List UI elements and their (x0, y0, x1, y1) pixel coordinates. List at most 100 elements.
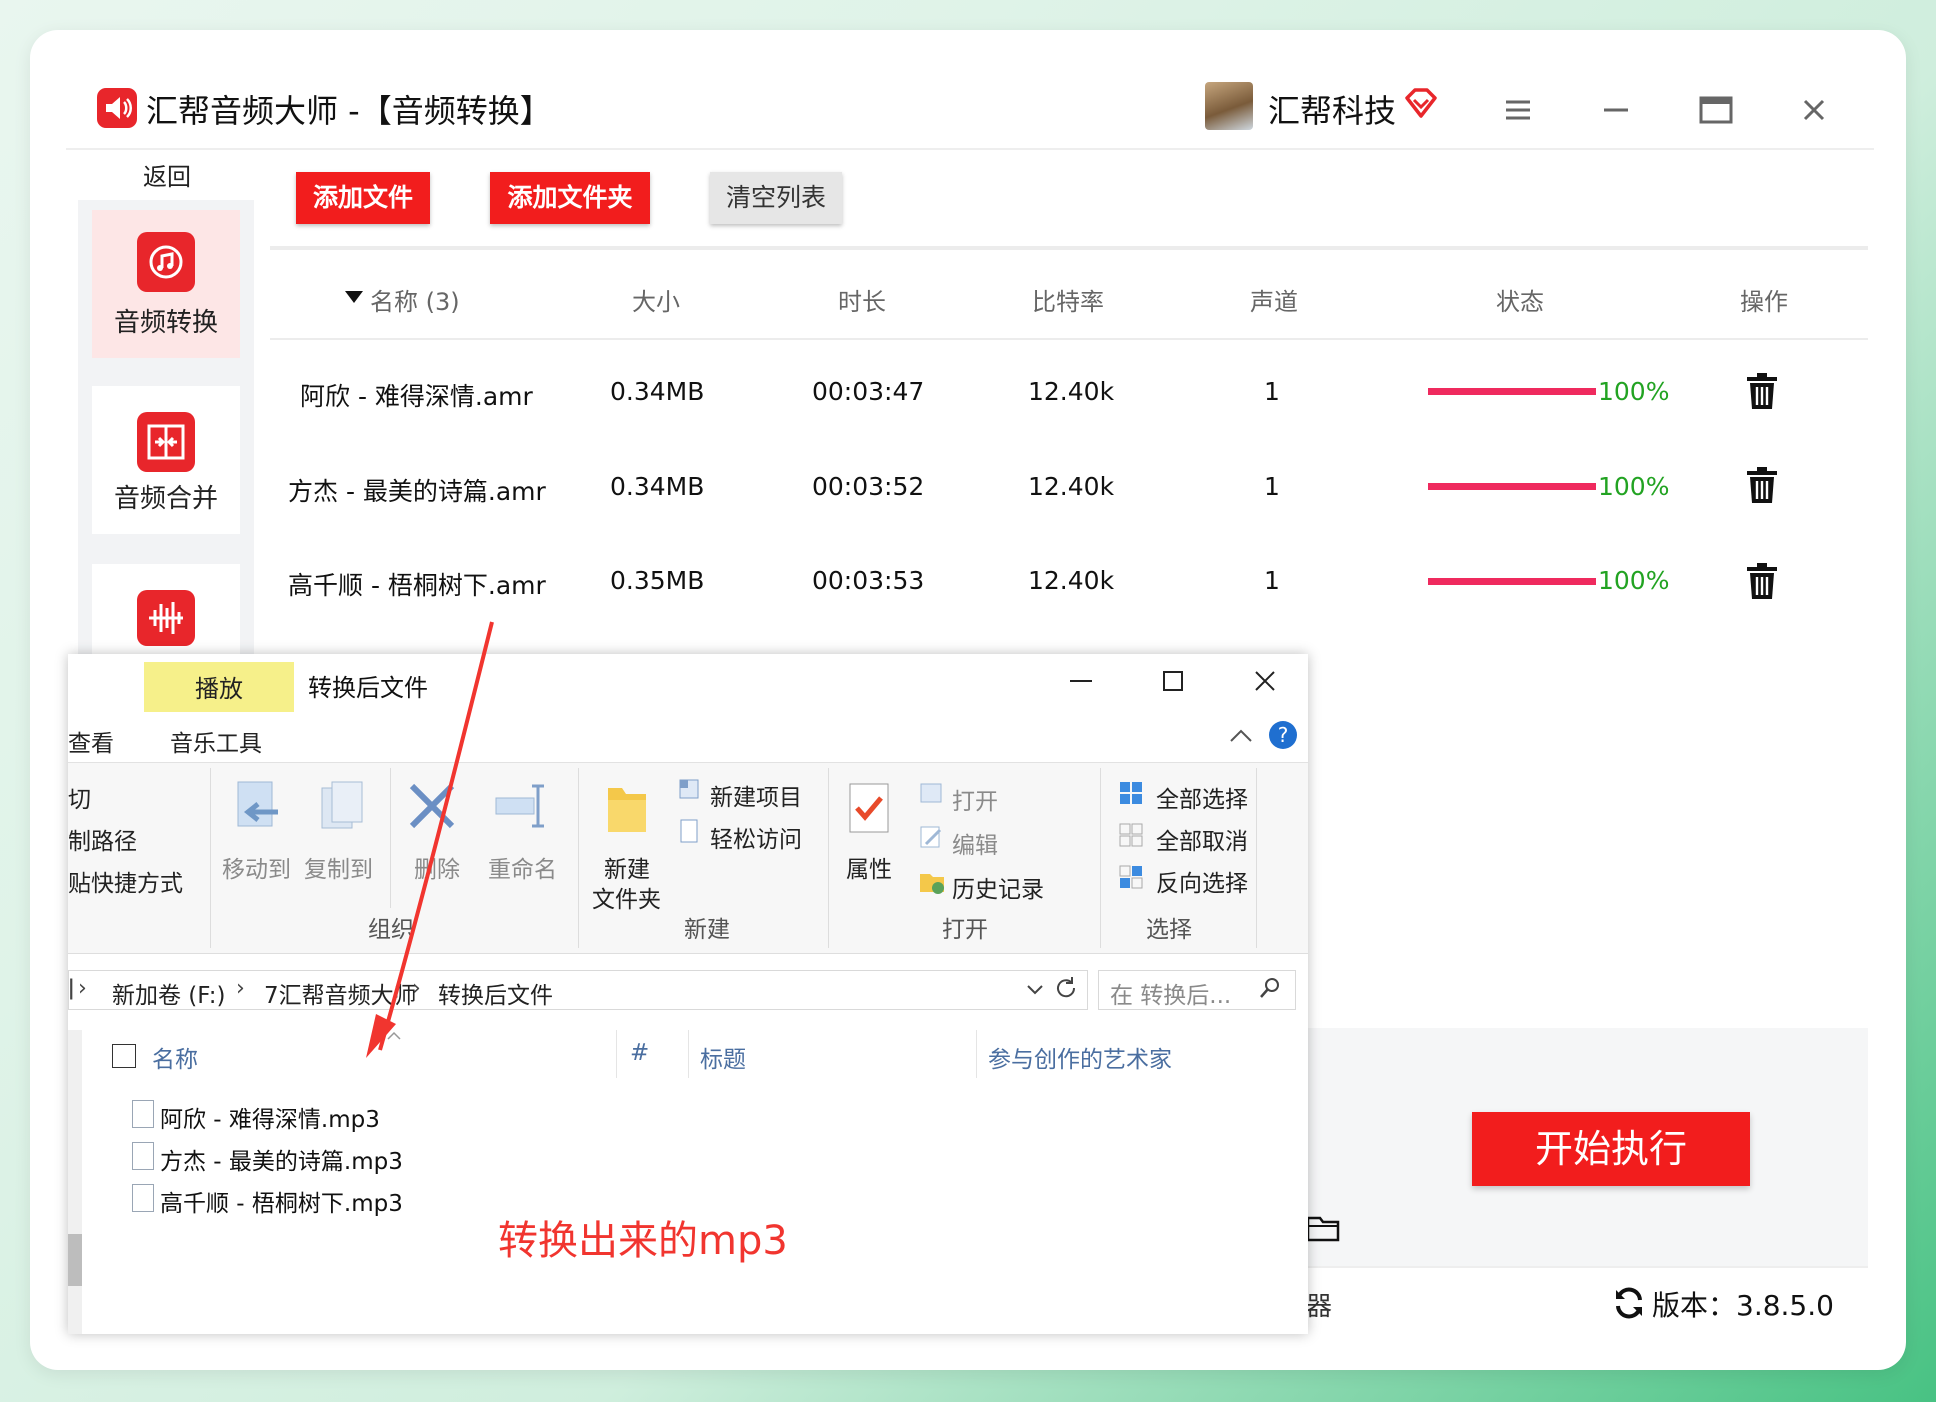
maximize-icon[interactable] (1696, 90, 1736, 130)
folder-icon[interactable] (1306, 1212, 1342, 1248)
trash-icon[interactable] (1745, 466, 1779, 504)
file-channels: 1 (1264, 472, 1280, 501)
file-duration: 00:03:47 (812, 377, 925, 406)
open-icon[interactable] (918, 780, 944, 810)
menu-icon[interactable] (1498, 90, 1538, 130)
history-icon[interactable] (918, 868, 946, 900)
move-to-button[interactable]: 移动到 (222, 850, 291, 884)
audio-merge-icon (137, 412, 195, 472)
sidebar-item-audio-cut[interactable] (92, 564, 240, 660)
edit-icon[interactable] (918, 824, 944, 854)
collapse-ribbon-icon[interactable] (1228, 726, 1254, 750)
properties-icon[interactable] (846, 780, 892, 840)
maximize-icon[interactable] (1156, 664, 1190, 702)
mp3-file-icon (132, 1142, 154, 1170)
copy-path-label[interactable]: 制路径 (68, 822, 137, 856)
select-all-icon[interactable] (1118, 780, 1144, 810)
trash-icon[interactable] (1745, 372, 1779, 410)
history-button[interactable]: 历史记录 (952, 870, 1044, 904)
group-open: 打开 (942, 917, 988, 943)
file-channels: 1 (1264, 566, 1280, 595)
tab-music-tools[interactable]: 音乐工具 (170, 724, 262, 758)
add-file-button[interactable]: 添加文件 (296, 172, 430, 224)
vip-diamond-icon[interactable] (1403, 86, 1439, 122)
avatar[interactable] (1205, 82, 1253, 130)
divider (210, 768, 211, 948)
select-all-button[interactable]: 全部选择 (1156, 780, 1248, 814)
col-channels[interactable]: 声道 (1250, 282, 1298, 317)
select-none-button[interactable]: 全部取消 (1156, 822, 1248, 856)
col-size[interactable]: 大小 (632, 282, 680, 317)
search-input[interactable]: 在 转换后... (1110, 976, 1231, 1010)
tab-view[interactable]: 查看 (68, 724, 114, 758)
chevron-right-icon: › (78, 976, 87, 1001)
select-none-icon[interactable] (1118, 822, 1144, 852)
annotation-text: 转换出来的mp3 (498, 1218, 788, 1264)
paste-shortcut-label[interactable]: 贴快捷方式 (68, 864, 183, 898)
back-button[interactable]: 返回 (78, 150, 256, 200)
help-icon[interactable]: ? (1268, 720, 1298, 754)
close-icon[interactable] (1794, 90, 1834, 130)
col-contributing-artists[interactable]: 参与创作的艺术家 (988, 1040, 1172, 1074)
easy-access-icon[interactable] (676, 818, 702, 848)
tab-play[interactable]: 播放 (144, 662, 294, 712)
col-status[interactable]: 状态 (1496, 282, 1544, 317)
properties-button[interactable]: 属性 (846, 850, 892, 884)
sidebar-item-audio-convert[interactable]: 音频转换 (92, 210, 240, 358)
minimize-icon[interactable] (1064, 664, 1098, 702)
file-item[interactable]: 方杰 - 最美的诗篇.mp3 (160, 1142, 403, 1176)
invert-selection-icon[interactable] (1118, 864, 1144, 894)
status-percent: 100% (1598, 377, 1670, 406)
new-item-icon[interactable] (676, 776, 702, 806)
new-folder-button[interactable]: 新建 (604, 850, 650, 884)
close-icon[interactable] (1248, 664, 1282, 702)
breadcrumb-drive[interactable]: 新加卷 (F:) (112, 976, 225, 1010)
nav-pane-edge[interactable] (68, 1030, 82, 1334)
minimize-icon[interactable] (1596, 90, 1636, 130)
divider (1100, 768, 1101, 948)
file-duration: 00:03:52 (812, 472, 925, 501)
open-button[interactable]: 打开 (952, 782, 998, 816)
start-button[interactable]: 开始执行 (1472, 1112, 1750, 1186)
user-name[interactable]: 汇帮科技 (1268, 86, 1396, 132)
new-item-button[interactable]: 新建项目 (710, 778, 802, 812)
select-all-checkbox[interactable] (112, 1044, 136, 1068)
file-item[interactable]: 阿欣 - 难得深情.mp3 (160, 1100, 380, 1134)
add-folder-button[interactable]: 添加文件夹 (490, 172, 650, 224)
col-name[interactable]: 名称 (3) (370, 282, 460, 317)
chevron-down-icon[interactable] (1024, 978, 1046, 1004)
column-divider (616, 1030, 617, 1078)
refresh-icon[interactable] (1052, 974, 1080, 1006)
mp3-file-icon (132, 1184, 154, 1212)
col-duration[interactable]: 时长 (838, 282, 886, 317)
clear-list-button[interactable]: 清空列表 (710, 172, 842, 224)
column-divider (688, 1030, 689, 1078)
sort-desc-icon[interactable] (345, 290, 363, 309)
mp3-file-icon (132, 1100, 154, 1128)
file-duration: 00:03:53 (812, 566, 925, 595)
edit-button[interactable]: 编辑 (952, 826, 998, 860)
group-new: 新建 (684, 917, 730, 943)
move-to-icon[interactable] (232, 778, 286, 838)
search-icon[interactable] (1258, 976, 1282, 1004)
new-folder-icon[interactable] (604, 778, 650, 842)
easy-access-button[interactable]: 轻松访问 (710, 820, 802, 854)
new-folder-button-line2[interactable]: 文件夹 (592, 880, 661, 914)
scrollbar-thumb[interactable] (68, 1234, 82, 1286)
col-name[interactable]: 名称 (152, 1040, 198, 1074)
file-item[interactable]: 高千顺 - 梧桐树下.mp3 (160, 1184, 403, 1218)
col-bitrate[interactable]: 比特率 (1032, 282, 1104, 317)
file-channels: 1 (1264, 377, 1280, 406)
cut-label[interactable]: 切 (68, 780, 91, 814)
col-track-number[interactable]: # (630, 1040, 649, 1066)
column-divider (976, 1030, 977, 1078)
file-bitrate: 12.40k (1028, 566, 1115, 595)
trash-icon[interactable] (1745, 562, 1779, 600)
refresh-icon[interactable] (1612, 1286, 1646, 1324)
file-size: 0.34MB (610, 377, 705, 406)
progress-bar (1428, 483, 1596, 490)
sidebar-item-audio-merge[interactable]: 音频合并 (92, 386, 240, 534)
audio-convert-icon (137, 232, 195, 292)
col-title[interactable]: 标题 (700, 1040, 746, 1074)
invert-selection-button[interactable]: 反向选择 (1156, 864, 1248, 898)
